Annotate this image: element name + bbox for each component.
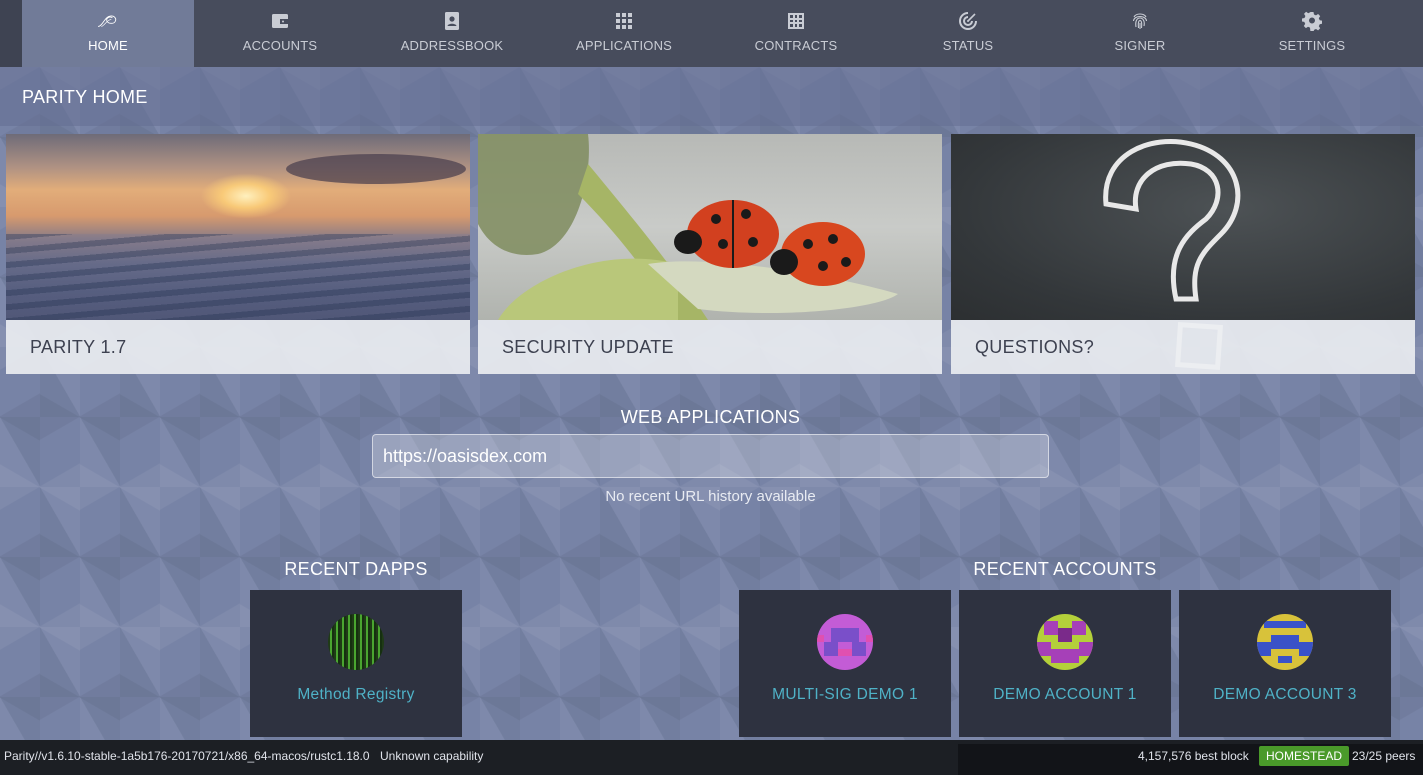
account-card-demo-account-3[interactable]: DEMO ACCOUNT 3 <box>1179 590 1391 737</box>
identicon-avatar <box>1037 614 1093 670</box>
tab-accounts[interactable]: ACCOUNTS <box>194 0 366 67</box>
dapp-card-method-registry[interactable]: Method Registry <box>250 590 462 737</box>
radar-icon <box>957 10 979 32</box>
version-string: Parity//v1.6.10-stable-1a5b176-20170721/… <box>4 749 370 763</box>
cloud-shape <box>286 154 466 184</box>
chain-badge: HOMESTEAD <box>1259 746 1350 766</box>
identicon-avatar <box>817 614 873 670</box>
cloud-sea <box>6 234 470 320</box>
table-grid-icon <box>785 10 807 32</box>
tab-contracts[interactable]: CONTRACTS <box>710 0 882 67</box>
news-card-parity-release[interactable]: PARITY 1.7 <box>6 134 470 374</box>
account-label: DEMO ACCOUNT 3 <box>1213 686 1357 703</box>
capability-text: Unknown capability <box>380 749 484 763</box>
tab-settings[interactable]: SETTINGS <box>1226 0 1398 67</box>
chalkboard-question-image <box>951 134 1415 371</box>
tab-label: APPLICATIONS <box>575 38 673 53</box>
tab-signer[interactable]: SIGNER <box>1054 0 1226 67</box>
peer-count: 23/25 peers <box>1352 749 1416 763</box>
account-card-multisig-demo-1[interactable]: MULTI-SIG DEMO 1 <box>739 590 951 737</box>
recent-accounts-title: RECENT ACCOUNTS <box>973 559 1157 579</box>
recent-dapps-title: RECENT DAPPS <box>284 559 428 579</box>
account-label: DEMO ACCOUNT 1 <box>993 686 1137 703</box>
account-label: MULTI-SIG DEMO 1 <box>772 686 918 703</box>
dapp-label: Method Registry <box>297 686 415 703</box>
url-history-note: No recent URL history available <box>605 488 816 505</box>
news-caption: PARITY 1.7 <box>6 320 470 374</box>
best-block-count: 4,157,576 best block <box>1138 749 1249 763</box>
url-input[interactable] <box>372 434 1049 478</box>
tab-label: CONTRACTS <box>754 38 838 53</box>
tab-label: SIGNER <box>1114 38 1166 53</box>
tab-label: ADDRESSBOOK <box>400 38 504 53</box>
web-applications-title: WEB APPLICATIONS <box>620 407 801 427</box>
identicon-avatar <box>1257 614 1313 670</box>
contacts-icon <box>441 10 463 32</box>
tab-label: STATUS <box>942 38 994 53</box>
news-caption: QUESTIONS? <box>951 320 1415 374</box>
page-title: PARITY HOME <box>0 67 1423 126</box>
tab-home[interactable]: HOME <box>22 0 194 67</box>
method-registry-icon <box>328 614 384 670</box>
ladybugs-image <box>478 134 942 320</box>
tab-applications[interactable]: APPLICATIONS <box>538 0 710 67</box>
tab-addressbook[interactable]: ADDRESSBOOK <box>366 0 538 67</box>
news-card-security-update[interactable]: SECURITY UPDATE <box>478 134 942 374</box>
parity-logo-icon <box>97 10 119 32</box>
fingerprint-icon <box>1129 10 1151 32</box>
news-card-questions[interactable]: QUESTIONS? <box>951 134 1415 374</box>
apps-grid-icon <box>613 10 635 32</box>
account-card-demo-account-1[interactable]: DEMO ACCOUNT 1 <box>959 590 1171 737</box>
sunset-image <box>6 134 470 320</box>
nav-left-edge <box>0 0 22 67</box>
tab-label: SETTINGS <box>1278 38 1346 53</box>
top-navigation: HOME ACCOUNTS ADDRESSBOOK APPLICATIONS C… <box>0 0 1423 67</box>
wallet-icon <box>269 10 291 32</box>
news-caption: SECURITY UPDATE <box>478 320 942 374</box>
tab-label: HOME <box>88 38 128 53</box>
gear-icon <box>1301 10 1323 32</box>
tab-label: ACCOUNTS <box>242 38 318 53</box>
tab-status[interactable]: STATUS <box>882 0 1054 67</box>
status-bar: Parity//v1.6.10-stable-1a5b176-20170721/… <box>0 740 1423 775</box>
